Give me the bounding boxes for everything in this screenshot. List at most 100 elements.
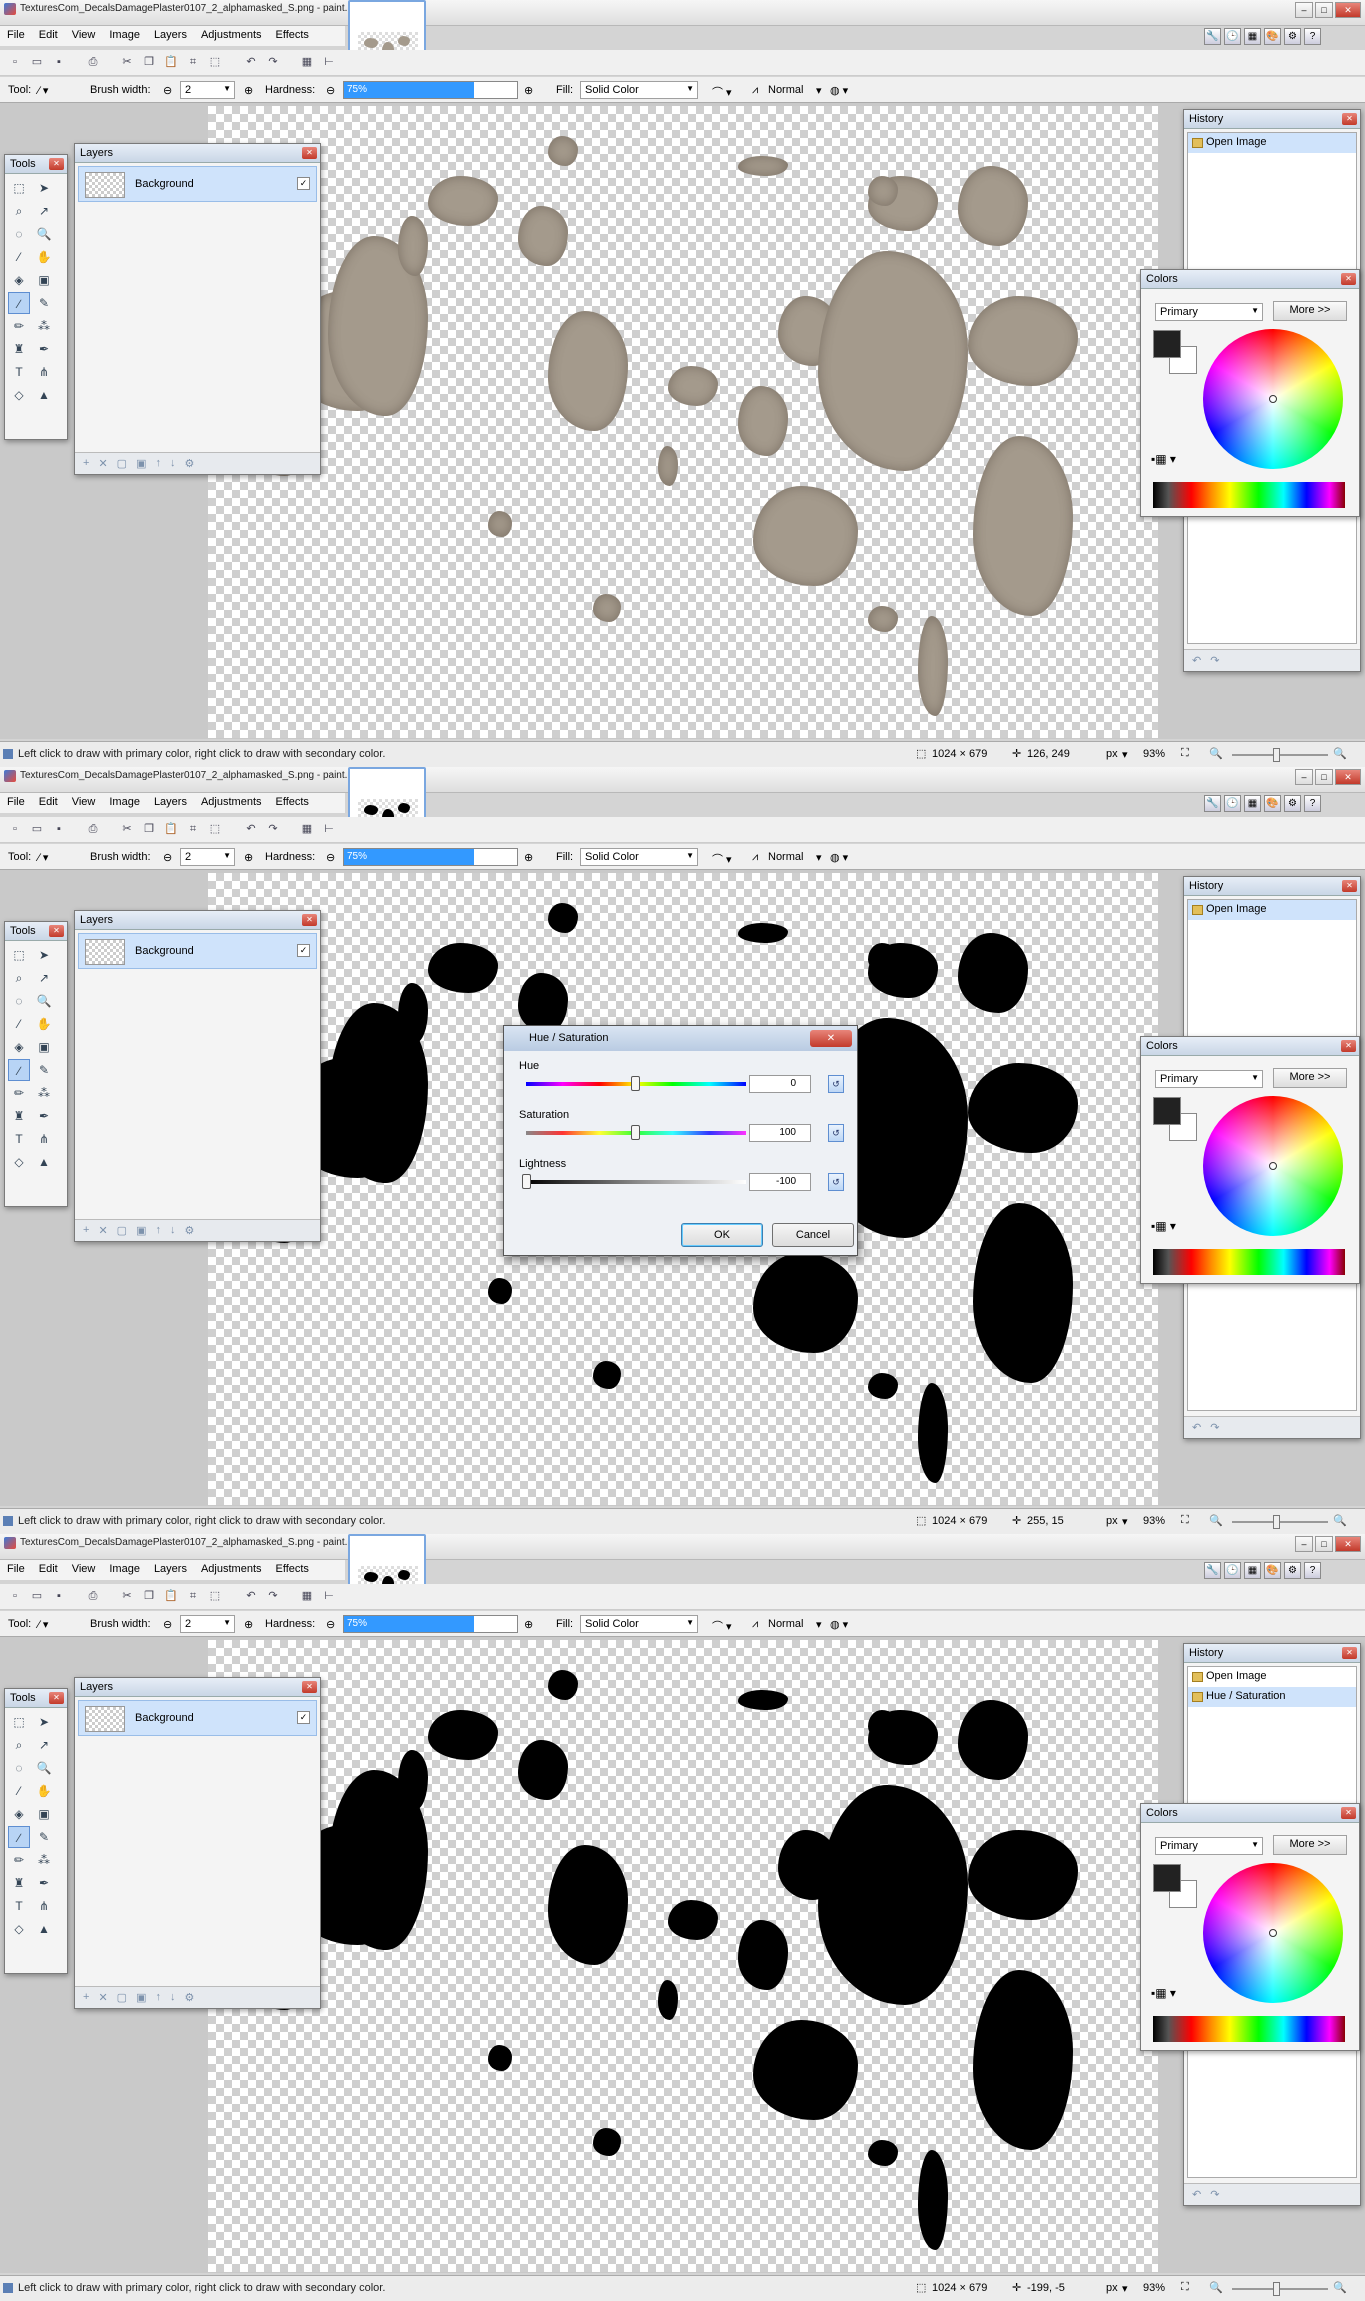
menu-effects[interactable]: Effects <box>269 26 316 44</box>
close-button[interactable]: ✕ <box>1335 1536 1361 1552</box>
tool-19-icon[interactable]: ▲ <box>33 1151 55 1173</box>
zoom-fit-icon[interactable]: ⛶ <box>1181 2281 1189 2294</box>
history-toggle-icon[interactable]: 🕒 <box>1224 795 1241 812</box>
lightness-slider-thumb[interactable] <box>522 1174 531 1189</box>
layer-row-background[interactable]: Background ✓ <box>78 1700 317 1736</box>
redo-icon[interactable]: ↷ <box>266 55 280 69</box>
blend-mode-icon[interactable]: ⩘ <box>752 1618 758 1631</box>
tool-12-icon[interactable]: ✏ <box>8 1849 30 1871</box>
tool-11-icon[interactable]: ✎ <box>33 292 55 314</box>
new-icon[interactable]: ▫ <box>8 55 22 69</box>
antialias-icon[interactable]: ⌒ ▾ <box>712 851 732 867</box>
color-palette[interactable] <box>1153 1249 1345 1275</box>
tool-19-icon[interactable]: ▲ <box>33 384 55 406</box>
history-item[interactable]: Open Image <box>1188 133 1356 153</box>
blend-mode-value[interactable]: Normal <box>768 1618 803 1630</box>
copy-icon[interactable]: ❐ <box>142 55 156 69</box>
color-mode-select[interactable]: Primary ▼ <box>1155 303 1263 321</box>
zoom-out-icon[interactable]: 🔍 <box>1209 1514 1223 1527</box>
menu-image[interactable]: Image <box>102 793 147 811</box>
delete-layer-icon[interactable]: ✕ <box>98 1991 107 2004</box>
layer-row-background[interactable]: Background ✓ <box>78 166 317 202</box>
tool-19-icon[interactable]: ▲ <box>33 1918 55 1940</box>
tool-10-icon[interactable]: ∕ <box>8 1059 30 1081</box>
layer-row-background[interactable]: Background ✓ <box>78 933 317 969</box>
current-tool-icon[interactable]: ∕ ▾ <box>38 84 48 97</box>
move-layer-up-icon[interactable]: ↑ <box>155 1224 161 1237</box>
tool-0-icon[interactable]: ⬚ <box>8 1711 30 1733</box>
close-icon[interactable]: ✕ <box>302 147 317 159</box>
tool-0-icon[interactable]: ⬚ <box>8 944 30 966</box>
close-icon[interactable]: ✕ <box>49 1692 64 1704</box>
tool-4-icon[interactable]: ◌ <box>8 1757 30 1779</box>
ruler-icon[interactable]: ⊢ <box>322 55 336 69</box>
layer-visibility-checkbox[interactable]: ✓ <box>297 177 310 190</box>
tool-4-icon[interactable]: ◌ <box>8 223 30 245</box>
maximize-button[interactable]: □ <box>1315 769 1333 785</box>
cancel-button[interactable]: Cancel <box>772 1223 854 1247</box>
menu-layers[interactable]: Layers <box>147 26 194 44</box>
primary-color-swatch[interactable] <box>1153 330 1181 358</box>
history-toggle-icon[interactable]: 🕒 <box>1224 1562 1241 1579</box>
settings-icon[interactable]: ⚙ <box>1284 1562 1301 1579</box>
merge-layer-icon[interactable]: ▣ <box>136 457 146 470</box>
layer-properties-icon[interactable]: ⚙ <box>184 1991 194 2004</box>
duplicate-layer-icon[interactable]: ▢ <box>117 457 127 470</box>
merge-layer-icon[interactable]: ▣ <box>136 1991 146 2004</box>
tool-9-icon[interactable]: ▣ <box>33 1803 55 1825</box>
cut-icon[interactable]: ✂ <box>120 1589 134 1603</box>
settings-icon[interactable]: ⚙ <box>1284 28 1301 45</box>
menu-image[interactable]: Image <box>102 26 147 44</box>
tool-6-icon[interactable]: ⁄ <box>8 1013 30 1035</box>
deselect-icon[interactable]: ⬚ <box>208 822 222 836</box>
close-icon[interactable]: ✕ <box>1342 1647 1357 1659</box>
tool-12-icon[interactable]: ✏ <box>8 1082 30 1104</box>
tool-0-icon[interactable]: ⬚ <box>8 177 30 199</box>
blend-mode-icon[interactable]: ⩘ <box>752 851 758 864</box>
menu-view[interactable]: View <box>65 1560 103 1578</box>
tools-toggle-icon[interactable]: 🔧 <box>1204 795 1221 812</box>
undo-icon[interactable]: ↶ <box>1192 654 1201 667</box>
tool-17-icon[interactable]: ⋔ <box>33 1128 55 1150</box>
tool-2-icon[interactable]: ⌕ <box>8 1734 30 1756</box>
tool-15-icon[interactable]: ✒ <box>33 338 55 360</box>
duplicate-layer-icon[interactable]: ▢ <box>117 1991 127 2004</box>
tool-18-icon[interactable]: ◇ <box>8 1918 30 1940</box>
hue-reset-icon[interactable]: ↺ <box>828 1075 844 1093</box>
ruler-icon[interactable]: ⊢ <box>322 822 336 836</box>
layers-toggle-icon[interactable]: ▦ <box>1244 28 1261 45</box>
tool-5-icon[interactable]: 🔍 <box>33 1757 55 1779</box>
menu-view[interactable]: View <box>65 26 103 44</box>
menu-adjustments[interactable]: Adjustments <box>194 26 269 44</box>
menu-edit[interactable]: Edit <box>32 26 65 44</box>
primary-color-swatch[interactable] <box>1153 1864 1181 1892</box>
increase-width-icon[interactable]: ⊕ <box>244 1618 253 1631</box>
layers-toggle-icon[interactable]: ▦ <box>1244 795 1261 812</box>
zoom-slider[interactable] <box>1232 754 1328 756</box>
antialias-icon[interactable]: ⌒ ▾ <box>712 84 732 100</box>
tool-5-icon[interactable]: 🔍 <box>33 223 55 245</box>
zoom-out-icon[interactable]: 🔍 <box>1209 747 1223 760</box>
grid-icon[interactable]: ▦ <box>300 822 314 836</box>
print-icon[interactable]: ⎙ <box>86 822 100 836</box>
tool-3-icon[interactable]: ↗ <box>33 967 55 989</box>
tool-7-icon[interactable]: ✋ <box>33 1013 55 1035</box>
more-colors-button[interactable]: More >> <box>1273 1835 1347 1855</box>
brush-width-select[interactable]: 2 ▼ <box>180 1615 235 1633</box>
menu-view[interactable]: View <box>65 793 103 811</box>
tool-3-icon[interactable]: ↗ <box>33 200 55 222</box>
chevron-down-icon[interactable]: ▾ <box>1122 748 1128 761</box>
move-layer-down-icon[interactable]: ↓ <box>170 1224 176 1237</box>
tools-toggle-icon[interactable]: 🔧 <box>1204 1562 1221 1579</box>
blend-mode-value[interactable]: Normal <box>768 851 803 863</box>
layer-visibility-checkbox[interactable]: ✓ <box>297 944 310 957</box>
zoom-fit-icon[interactable]: ⛶ <box>1181 1514 1189 1527</box>
color-wheel[interactable] <box>1203 329 1343 469</box>
redo-icon[interactable]: ↷ <box>1210 2188 1219 2201</box>
close-button[interactable]: ✕ <box>1335 2 1361 18</box>
print-icon[interactable]: ⎙ <box>86 1589 100 1603</box>
decrease-width-icon[interactable]: ⊖ <box>163 851 172 864</box>
color-palette[interactable] <box>1153 482 1345 508</box>
decrease-width-icon[interactable]: ⊖ <box>163 1618 172 1631</box>
close-icon[interactable]: ✕ <box>302 914 317 926</box>
